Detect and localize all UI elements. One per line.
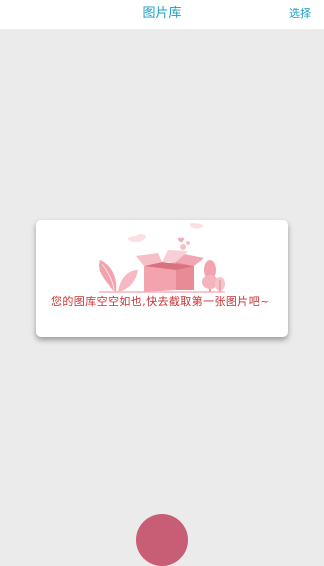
page-title: 图片库 xyxy=(142,6,182,21)
empty-state-message: 您的图库空空如也,快去截取第一张图片吧~ xyxy=(51,295,270,308)
empty-state-card: 您的图库空空如也,快去截取第一张图片吧~ xyxy=(36,220,288,337)
empty-box-icon xyxy=(99,223,225,293)
capture-button[interactable] xyxy=(136,514,188,566)
top-navigation-bar: 图片库 选择 xyxy=(0,0,324,29)
select-button[interactable]: 选择 xyxy=(289,6,311,22)
